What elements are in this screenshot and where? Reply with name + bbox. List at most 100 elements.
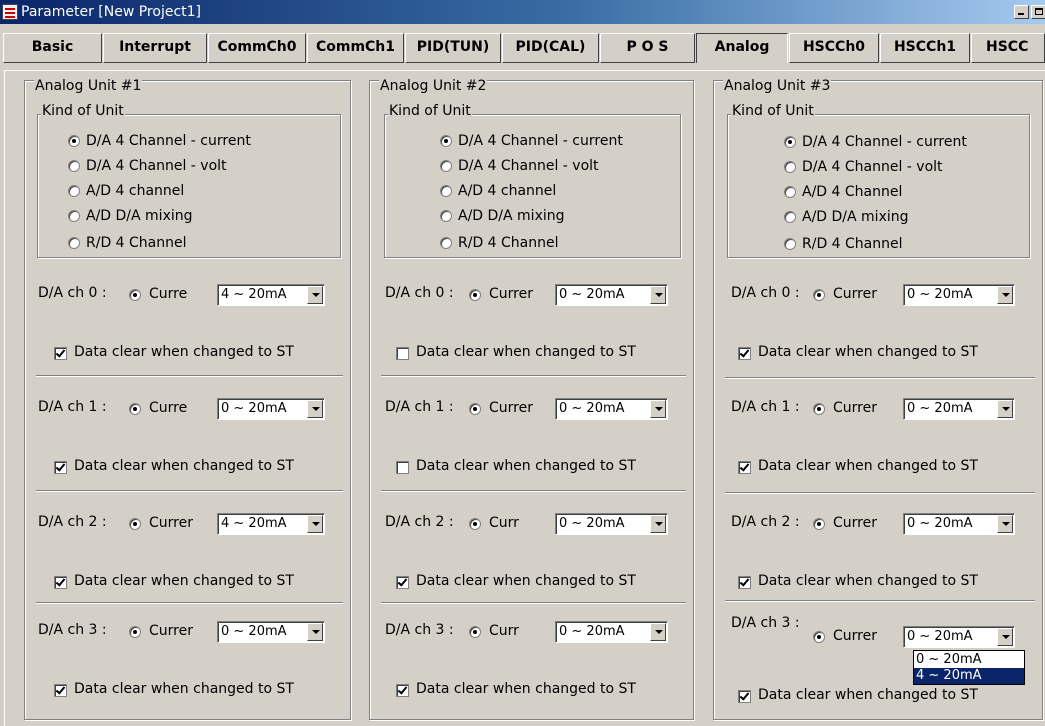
tab-hscch0[interactable]: HSCCh0 [789,33,879,63]
range-select-value: 0 ~ 20mA [907,401,973,416]
chevron-down-icon[interactable] [997,286,1013,304]
range-select[interactable]: 4 ~ 20mA [217,284,325,306]
tab-hscch1[interactable]: HSCCh1 [880,33,970,63]
channel-label: D/A ch 0 : [38,285,107,301]
data-clear-checkbox[interactable] [396,347,409,360]
data-clear-checkbox[interactable] [54,461,67,474]
chevron-down-icon[interactable] [650,515,666,533]
kind-radio[interactable] [68,160,80,172]
chevron-down-icon[interactable] [997,400,1013,418]
tab-hscch2[interactable]: HSCC [971,33,1045,63]
kind-radio[interactable] [440,160,452,172]
tab-commch1[interactable]: CommCh1 [307,33,404,63]
tab-basic[interactable]: Basic [3,33,102,63]
chevron-down-icon[interactable] [650,623,666,641]
data-clear-checkbox[interactable] [54,347,67,360]
chevron-down-icon[interactable] [997,628,1013,646]
data-clear-checkbox[interactable] [738,347,751,360]
chevron-down-icon[interactable] [650,400,666,418]
range-select-value: 0 ~ 20mA [559,287,625,302]
kind-radio[interactable] [784,211,796,223]
current-radio[interactable] [129,289,141,301]
range-select[interactable]: 0 ~ 20mA [555,513,668,535]
kind-radio[interactable] [68,185,80,197]
range-select-value: 0 ~ 20mA [907,629,973,644]
kind-radio-label: D/A 4 Channel - current [458,133,623,149]
dropdown-option-4-20ma[interactable]: 4 ~ 20mA [914,668,1024,684]
kind-radio[interactable] [68,135,80,147]
minimize-button[interactable] [1014,5,1029,19]
kind-radio[interactable] [784,238,796,250]
range-select[interactable]: 4 ~ 20mA [217,513,325,535]
range-select[interactable]: 0 ~ 20mA [903,398,1015,420]
kind-radio[interactable] [440,237,452,249]
current-radio[interactable] [129,626,141,638]
channel-label: D/A ch 3 : [731,615,800,631]
chevron-down-icon[interactable] [997,515,1013,533]
separator [725,492,1035,494]
range-select[interactable]: 0 ~ 20mA [903,284,1015,306]
tab-commch0[interactable]: CommCh0 [208,33,306,63]
data-clear-label: Data clear when changed to ST [416,344,636,360]
chevron-down-icon[interactable] [307,286,323,304]
kind-radio-label: D/A 4 Channel - current [86,133,251,149]
current-radio[interactable] [469,403,481,415]
current-radio[interactable] [469,289,481,301]
kind-radio[interactable] [68,237,80,249]
channel-label: D/A ch 1 : [731,399,800,415]
range-select[interactable]: 0 ~ 20mA [903,626,1015,648]
kind-radio[interactable] [440,135,452,147]
data-clear-label: Data clear when changed to ST [416,573,636,589]
range-select-value: 0 ~ 20mA [907,516,973,531]
chevron-down-icon[interactable] [307,515,323,533]
range-select[interactable]: 0 ~ 20mA [555,284,668,306]
range-select[interactable]: 0 ~ 20mA [903,513,1015,535]
data-clear-checkbox[interactable] [396,576,409,589]
kind-radio[interactable] [784,161,796,173]
current-radio[interactable] [129,403,141,415]
data-clear-checkbox[interactable] [738,576,751,589]
kind-radio[interactable] [784,186,796,198]
data-clear-checkbox[interactable] [54,576,67,589]
current-radio[interactable] [813,403,825,415]
tab-interrupt[interactable]: Interrupt [103,33,207,63]
data-clear-label: Data clear when changed to ST [758,687,978,703]
kind-radio[interactable] [784,136,796,148]
current-radio-label: Currer [489,400,533,416]
data-clear-checkbox[interactable] [738,690,751,703]
separator [36,490,343,492]
data-clear-checkbox[interactable] [396,461,409,474]
current-radio[interactable] [129,518,141,530]
tab-pid-tun[interactable]: PID(TUN) [405,33,501,63]
current-radio[interactable] [813,631,825,643]
range-select[interactable]: 0 ~ 20mA [217,398,325,420]
range-select-value: 4 ~ 20mA [221,516,287,531]
current-radio-label: Currer [833,400,877,416]
maximize-button[interactable] [1031,5,1045,19]
current-radio[interactable] [469,518,481,530]
kind-radio-label: A/D 4 channel [86,183,185,199]
data-clear-checkbox[interactable] [738,461,751,474]
current-radio[interactable] [813,289,825,301]
kind-radio[interactable] [440,185,452,197]
tab-pos[interactable]: P O S [600,33,695,63]
dropdown-option-0-20ma[interactable]: 0 ~ 20mA [914,652,1024,668]
tab-pid-cal[interactable]: PID(CAL) [502,33,599,63]
current-radio[interactable] [469,626,481,638]
range-select[interactable]: 0 ~ 20mA [555,621,668,643]
range-select[interactable]: 0 ~ 20mA [555,398,668,420]
chevron-down-icon[interactable] [650,286,666,304]
channel-label: D/A ch 0 : [731,285,800,301]
data-clear-checkbox[interactable] [54,684,67,697]
chevron-down-icon[interactable] [307,400,323,418]
chevron-down-icon[interactable] [307,623,323,641]
range-select[interactable]: 0 ~ 20mA [217,621,325,643]
kind-radio[interactable] [68,210,80,222]
current-radio[interactable] [813,518,825,530]
range-dropdown-list[interactable]: 0 ~ 20mA 4 ~ 20mA [913,650,1025,685]
channel-label: D/A ch 0 : [385,285,454,301]
data-clear-checkbox[interactable] [396,684,409,697]
channel-label: D/A ch 2 : [38,514,107,530]
kind-radio[interactable] [440,210,452,222]
tab-analog[interactable]: Analog [696,33,788,63]
